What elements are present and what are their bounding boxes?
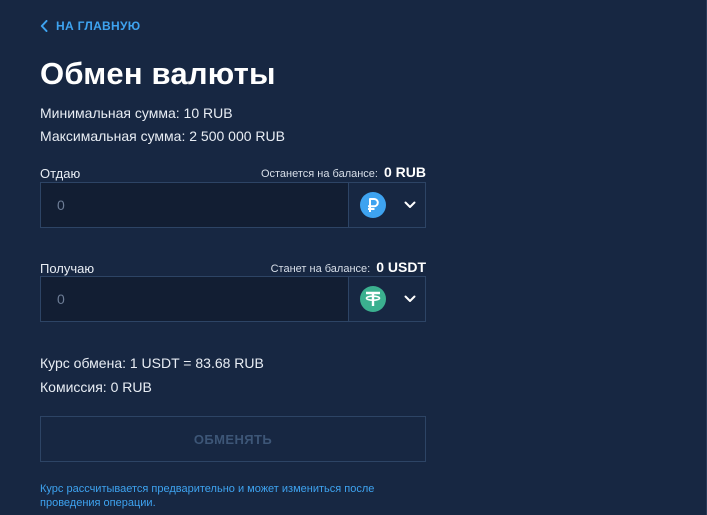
give-balance-caption: Останется на балансе: [260, 168, 378, 180]
max-amount-text: Максимальная сумма: 2 500 000 RUB [40, 128, 285, 144]
chevron-down-icon [404, 295, 416, 303]
receive-balance-caption: Станет на балансе: [270, 263, 371, 275]
receive-currency-select[interactable] [349, 277, 425, 321]
chevron-down-icon [404, 201, 416, 209]
receive-balance-info: Станет на балансе: 0 USDT [271, 259, 426, 275]
back-to-home-link[interactable]: НА ГЛАВНУЮ [40, 17, 140, 35]
exchange-button[interactable]: ОБМЕНЯТЬ [40, 416, 426, 462]
receive-field [40, 276, 426, 322]
receive-amount-input[interactable] [41, 277, 349, 321]
give-amount-input[interactable] [41, 183, 349, 227]
chevron-left-icon [40, 20, 48, 32]
give-balance-info: Останется на балансе: 0 RUB [261, 164, 426, 180]
receive-balance-value: 0 USDT [376, 259, 426, 275]
give-label: Отдаю [40, 166, 81, 181]
tether-coin-icon [360, 286, 386, 312]
min-amount-text: Минимальная сумма: 10 RUB [40, 105, 233, 121]
give-field [40, 182, 426, 228]
exchange-rate-text: Курс обмена: 1 USDT = 83.68 RUB [40, 355, 264, 371]
fee-text: Комиссия: 0 RUB [40, 379, 152, 395]
give-currency-select[interactable] [349, 183, 425, 227]
page-title: Обмен валюты [40, 56, 276, 91]
back-link-label: НА ГЛАВНУЮ [56, 19, 141, 33]
receive-label: Получаю [40, 261, 95, 276]
rate-disclaimer: Курс рассчитывается предварительно и мож… [40, 483, 375, 509]
ruble-coin-icon [360, 192, 386, 218]
give-balance-value: 0 RUB [383, 164, 426, 180]
